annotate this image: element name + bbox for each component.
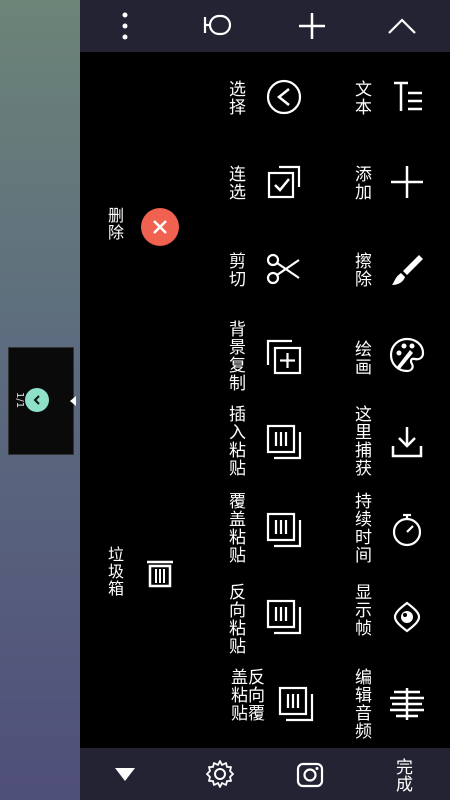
edit-audio-label: 编辑音频 xyxy=(351,668,371,740)
select-label: 选择 xyxy=(225,80,245,116)
collapse-icon[interactable] xyxy=(382,8,422,44)
multi-select-icon[interactable] xyxy=(262,160,306,204)
delete-button[interactable] xyxy=(141,208,179,246)
camera-icon[interactable] xyxy=(290,756,330,792)
insert-paste-label: 插入粘贴 xyxy=(225,405,245,477)
capture-here-label: 这里捕获 xyxy=(351,405,371,477)
trash-label: 垃圾箱 xyxy=(105,546,124,597)
done-button[interactable]: 完成 xyxy=(390,758,415,792)
select-icon[interactable] xyxy=(262,75,306,119)
download-icon[interactable] xyxy=(385,420,429,464)
expand-down-icon[interactable] xyxy=(108,760,142,788)
text-label: 文本 xyxy=(351,80,371,116)
eye-icon[interactable] xyxy=(385,595,429,639)
microphone-icon[interactable] xyxy=(198,8,238,44)
frame-page-number: 1/1 xyxy=(14,392,25,409)
background-copy-label: 背景复制 xyxy=(225,320,245,392)
cut-label: 剪切 xyxy=(225,252,245,288)
more-icon[interactable] xyxy=(110,10,140,42)
top-toolbar xyxy=(80,0,450,52)
audio-wave-icon[interactable] xyxy=(385,682,429,726)
duration-label: 持续时间 xyxy=(351,492,371,564)
frame-thumbnail[interactable]: 1/1 xyxy=(8,347,74,455)
add-icon[interactable] xyxy=(292,8,332,44)
check-icon xyxy=(25,388,49,412)
add-frame-icon[interactable] xyxy=(385,160,429,204)
show-frame-label: 显示帧 xyxy=(351,583,371,637)
multi-select-label: 连选 xyxy=(225,165,245,201)
background-copy-icon[interactable] xyxy=(262,335,306,379)
erase-label: 擦除 xyxy=(351,252,371,288)
brush-icon[interactable] xyxy=(385,247,429,291)
stopwatch-icon[interactable] xyxy=(385,508,429,552)
delete-label: 删除 xyxy=(105,207,124,241)
text-icon[interactable] xyxy=(385,75,429,119)
reverse-overwrite-paste-label: 反向覆盖粘贴 xyxy=(227,668,264,722)
add-label: 添加 xyxy=(351,165,371,201)
scissors-icon[interactable] xyxy=(262,247,306,291)
trash-icon[interactable] xyxy=(140,553,180,593)
draw-label: 绘画 xyxy=(351,340,371,376)
gear-icon[interactable] xyxy=(200,756,240,792)
bottom-toolbar: 完成 xyxy=(80,748,450,800)
thumbnail-pointer-icon xyxy=(70,396,76,406)
overwrite-paste-label: 覆盖粘贴 xyxy=(225,492,245,564)
reverse-overwrite-paste-icon[interactable] xyxy=(274,682,318,726)
reverse-paste-label: 反向粘贴 xyxy=(225,583,245,655)
overwrite-paste-icon[interactable] xyxy=(262,508,306,552)
insert-paste-icon[interactable] xyxy=(262,420,306,464)
reverse-paste-icon[interactable] xyxy=(262,595,306,639)
palette-icon[interactable] xyxy=(385,333,429,377)
